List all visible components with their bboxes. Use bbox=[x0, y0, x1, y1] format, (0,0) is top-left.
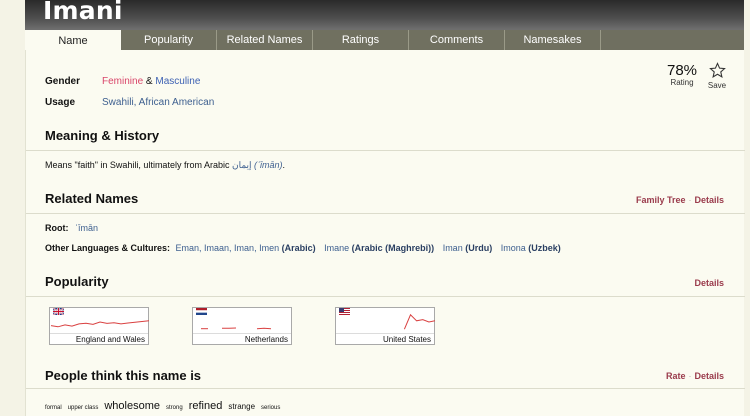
related-details-link[interactable]: Details bbox=[694, 195, 724, 205]
impression-tag: strong bbox=[166, 405, 183, 411]
impression-tag: strange bbox=[228, 402, 256, 411]
impression-tag: serious bbox=[261, 405, 281, 411]
popularity-line bbox=[403, 313, 436, 330]
impression-tag: formal bbox=[45, 405, 62, 411]
divider bbox=[26, 150, 745, 151]
related-group-uzbek: Imona (Uzbek) bbox=[501, 243, 561, 253]
rating-widget[interactable]: 78% Rating bbox=[666, 62, 698, 87]
impression-tag: upper class bbox=[67, 405, 99, 411]
gender-value: Feminine & Masculine bbox=[102, 76, 200, 87]
tab-ratings[interactable]: Ratings bbox=[313, 30, 409, 50]
usage-label: Usage bbox=[45, 97, 76, 108]
transliteration-link[interactable]: (ʾīmān) bbox=[254, 160, 283, 170]
meaning-text: Means "faith" in Swahili, ultimately fro… bbox=[45, 160, 285, 171]
uk-flag-icon bbox=[53, 308, 64, 315]
netherlands-flag-icon bbox=[196, 308, 207, 315]
sparkline-united-states bbox=[403, 313, 436, 330]
us-flag-icon bbox=[339, 308, 350, 315]
rating-label: Rating bbox=[670, 78, 694, 87]
tab-namesakes[interactable]: Namesakes bbox=[505, 30, 601, 50]
popularity-chart-netherlands[interactable]: Netherlands bbox=[192, 307, 292, 345]
chart-country-name: England and Wales bbox=[75, 335, 145, 344]
people-think-heading: People think this name is bbox=[45, 368, 202, 383]
related-names-link[interactable]: Imona bbox=[501, 243, 526, 253]
related-language: (Urdu) bbox=[465, 243, 493, 253]
gender-masculine-link[interactable]: Masculine bbox=[155, 76, 200, 87]
other-languages-row: Other Languages & Cultures: Eman, Imaan,… bbox=[45, 243, 561, 253]
related-group-arabic: Eman, Imaan, Iman, Imen (Arabic) bbox=[176, 243, 316, 253]
divider bbox=[26, 296, 745, 297]
people-think-links: Rate · Details bbox=[666, 371, 724, 381]
related-language: (Uzbek) bbox=[528, 243, 561, 253]
related-group-maghrebi: Imane (Arabic (Maghrebi)) bbox=[324, 243, 434, 253]
arabic-script-link[interactable]: إيمان bbox=[232, 160, 252, 170]
save-button[interactable]: Save bbox=[706, 62, 728, 90]
gender-ampersand: & bbox=[145, 76, 153, 87]
root-label: Root: bbox=[45, 223, 69, 233]
usage-value-link[interactable]: Swahili, African American bbox=[102, 97, 214, 108]
popularity-line bbox=[50, 320, 150, 328]
rate-link[interactable]: Rate bbox=[666, 371, 686, 381]
root-row: Root: ʾīmān bbox=[45, 223, 98, 233]
related-language: (Arabic) bbox=[281, 243, 316, 253]
tab-bar: Name Popularity Related Names Ratings Co… bbox=[25, 30, 744, 51]
page-background-right bbox=[744, 0, 750, 416]
popularity-chart-england-wales[interactable]: England and Wales bbox=[49, 307, 150, 345]
star-icon bbox=[708, 62, 726, 78]
related-names-link[interactable]: Eman, Imaan, Iman, Imen bbox=[176, 243, 280, 253]
divider bbox=[26, 388, 745, 389]
related-names-heading: Related Names bbox=[45, 191, 139, 206]
divider bbox=[26, 213, 745, 214]
related-names-link[interactable]: Imane bbox=[324, 243, 349, 253]
save-label: Save bbox=[707, 81, 727, 90]
people-think-details-link[interactable]: Details bbox=[694, 371, 724, 381]
related-names-link[interactable]: Iman bbox=[443, 243, 463, 253]
family-tree-link[interactable]: Family Tree bbox=[636, 195, 686, 205]
tab-related-names[interactable]: Related Names bbox=[217, 30, 313, 50]
chart-country-name: United States bbox=[382, 335, 431, 344]
page-background-left bbox=[0, 0, 25, 416]
root-value-link[interactable]: ʾīmān bbox=[75, 223, 98, 233]
gender-label: Gender bbox=[45, 76, 81, 87]
tab-comments[interactable]: Comments bbox=[409, 30, 505, 50]
page-title: Imani bbox=[43, 0, 123, 25]
rating-value: 78% bbox=[666, 62, 698, 79]
chart-country-name: Netherlands bbox=[244, 335, 288, 344]
impression-tags: formal upper class wholesome strong refined s… bbox=[45, 396, 286, 414]
popularity-chart-united-states[interactable]: United States bbox=[335, 307, 436, 345]
impression-tag: wholesome bbox=[104, 400, 160, 412]
popularity-line bbox=[256, 327, 272, 330]
related-names-links: Family Tree · Details bbox=[636, 195, 724, 205]
tab-popularity[interactable]: Popularity bbox=[121, 30, 217, 50]
meaning-text-prefix: Means "faith" in Swahili, ultimately fro… bbox=[45, 160, 232, 170]
tab-name[interactable]: Name bbox=[25, 30, 121, 51]
sparkline-england-wales bbox=[50, 320, 150, 328]
gender-feminine-link[interactable]: Feminine bbox=[102, 76, 143, 87]
popularity-heading: Popularity bbox=[45, 274, 109, 289]
other-languages-label: Other Languages & Cultures: bbox=[45, 243, 171, 253]
meaning-history-heading: Meaning & History bbox=[45, 128, 160, 143]
popularity-details-link[interactable]: Details bbox=[694, 278, 724, 288]
impression-tag: refined bbox=[188, 400, 223, 412]
main-content: Gender Feminine & Masculine Usage Swahil… bbox=[25, 50, 745, 416]
name-header: Imani bbox=[25, 0, 744, 30]
sparkline-netherlands bbox=[201, 327, 272, 330]
related-language: (Arabic (Maghrebi)) bbox=[351, 243, 435, 253]
meaning-text-suffix: . bbox=[282, 160, 286, 170]
popularity-links: Details bbox=[694, 278, 724, 288]
related-group-urdu: Iman (Urdu) bbox=[443, 243, 493, 253]
